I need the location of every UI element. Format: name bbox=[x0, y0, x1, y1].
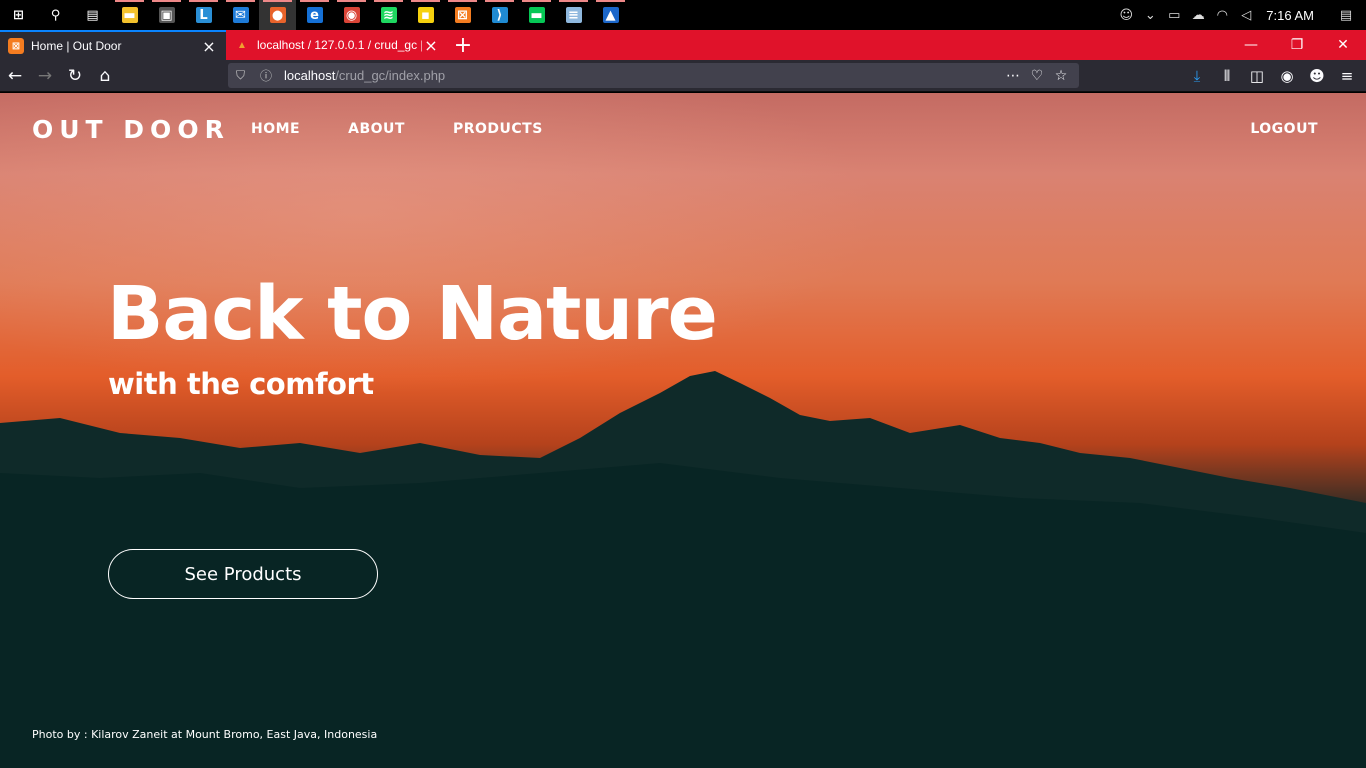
spotify-icon[interactable]: ≋ bbox=[370, 0, 407, 30]
tab-title: localhost / 127.0.0.1 / crud_gc | bbox=[257, 38, 422, 52]
browser-toolbar: ⤓ ⫴ ◫ ◉ ☻ ≡ bbox=[1182, 60, 1362, 92]
xampp-icon[interactable]: ⊠ bbox=[444, 0, 481, 30]
chrome-icon-glyph: ◉ bbox=[343, 7, 360, 23]
menu-item-products[interactable]: PRODUCTS bbox=[453, 121, 543, 137]
url-host: localhost bbox=[284, 68, 336, 83]
notepad-icon-glyph: ≡ bbox=[565, 7, 582, 23]
sticky-notes-icon[interactable]: ▪ bbox=[407, 0, 444, 30]
people-icon[interactable]: ☺ bbox=[1114, 0, 1138, 30]
site-menu: HOME ABOUT PRODUCTS bbox=[251, 121, 591, 137]
taskbar-apps: ⊞ ⚲ ▤ ▬ ▣ L ✉ ● e ◉ ≋ ▪ ⊠ ⟩ ▬ ≡ ▲ bbox=[0, 0, 629, 30]
browser-tab-strip: ⊠ Home | Out Door × ▲ localhost / 127.0.… bbox=[0, 30, 1366, 60]
clock[interactable]: 7:16 AM bbox=[1258, 8, 1326, 23]
line-icon-glyph: ▬ bbox=[528, 7, 545, 23]
firefox-icon-glyph: ● bbox=[269, 7, 286, 23]
task-view-icon-glyph: ▤ bbox=[86, 7, 99, 23]
tab-home-out-door[interactable]: ⊠ Home | Out Door × bbox=[0, 30, 226, 60]
battery-icon[interactable]: ▭ bbox=[1162, 0, 1186, 30]
vscode-icon[interactable]: ⟩ bbox=[481, 0, 518, 30]
store-icon[interactable]: ▣ bbox=[148, 0, 185, 30]
library-icon[interactable]: ⫴ bbox=[1212, 67, 1242, 85]
forward-arrow-icon[interactable]: → bbox=[30, 61, 60, 91]
more-actions-icon[interactable]: ⋯ bbox=[1001, 68, 1025, 84]
mountain-silhouette-image bbox=[0, 371, 1366, 768]
search-icon-glyph: ⚲ bbox=[50, 7, 61, 23]
menu-hamburger-icon[interactable]: ≡ bbox=[1332, 67, 1362, 85]
windows-start-icon-glyph: ⊞ bbox=[13, 7, 24, 23]
search-icon[interactable]: ⚲ bbox=[37, 0, 74, 30]
account-icon[interactable]: ◉ bbox=[1272, 67, 1302, 85]
close-tab-icon[interactable]: × bbox=[200, 37, 218, 56]
close-window-icon[interactable]: ✕ bbox=[1320, 30, 1366, 60]
sticky-notes-icon-glyph: ▪ bbox=[417, 7, 434, 23]
photo-credit: Photo by : Kilarov Zaneit at Mount Bromo… bbox=[32, 728, 378, 741]
action-center-icon[interactable]: ▤ bbox=[1326, 0, 1366, 30]
mail-icon-glyph: ✉ bbox=[232, 7, 249, 23]
line-icon[interactable]: ▬ bbox=[518, 0, 555, 30]
l-app-icon[interactable]: L bbox=[185, 0, 222, 30]
chrome-icon[interactable]: ◉ bbox=[333, 0, 370, 30]
store-icon-glyph: ▣ bbox=[158, 7, 175, 23]
tab-title: Home | Out Door bbox=[31, 39, 122, 53]
firefox-icon[interactable]: ● bbox=[259, 0, 296, 30]
url-bar[interactable]: ⛉ ⓘ localhost/crud_gc/index.php ⋯ ♡ ☆ bbox=[228, 63, 1079, 88]
url-actions: ⋯ ♡ ☆ bbox=[1001, 63, 1073, 88]
hero-subtitle: with the comfort bbox=[108, 367, 374, 401]
edge-icon-glyph: e bbox=[306, 7, 323, 23]
xampp-favicon-icon: ⊠ bbox=[8, 38, 24, 54]
photos-icon-glyph: ▲ bbox=[602, 7, 619, 23]
bookmark-star-icon[interactable]: ☆ bbox=[1049, 68, 1073, 84]
back-arrow-icon[interactable]: ← bbox=[0, 61, 30, 91]
vscode-icon-glyph: ⟩ bbox=[491, 7, 508, 23]
url-path: /crud_gc/index.php bbox=[335, 68, 446, 83]
onedrive-cloud-icon[interactable]: ☁ bbox=[1186, 0, 1210, 30]
spotify-icon-glyph: ≋ bbox=[380, 7, 397, 23]
task-view-icon[interactable]: ▤ bbox=[74, 0, 111, 30]
phpmyadmin-favicon-icon: ▲ bbox=[237, 39, 247, 51]
browser-navbar: ← → ↻ ⌂ ⛉ ⓘ localhost/crud_gc/index.php … bbox=[0, 60, 1366, 92]
file-explorer-icon-glyph: ▬ bbox=[121, 7, 138, 23]
hero-title: Back to Nature bbox=[107, 271, 718, 357]
window-controls: — ❐ ✕ bbox=[1228, 30, 1366, 60]
web-page: OUT DOOR HOME ABOUT PRODUCTS LOGOUT Back… bbox=[0, 93, 1366, 768]
see-products-button[interactable]: See Products bbox=[108, 549, 378, 599]
reload-icon[interactable]: ↻ bbox=[60, 61, 90, 91]
wifi-icon[interactable]: ◠ bbox=[1210, 0, 1234, 30]
extension-icon[interactable]: ☻ bbox=[1302, 67, 1332, 85]
mail-icon[interactable]: ✉ bbox=[222, 0, 259, 30]
file-explorer-icon[interactable]: ▬ bbox=[111, 0, 148, 30]
xampp-icon-glyph: ⊠ bbox=[454, 7, 471, 23]
volume-icon[interactable]: ◁ bbox=[1234, 0, 1258, 30]
download-icon[interactable]: ⤓ bbox=[1182, 67, 1212, 85]
menu-item-about[interactable]: ABOUT bbox=[348, 121, 405, 137]
home-icon[interactable]: ⌂ bbox=[90, 61, 120, 91]
chevron-up-icon[interactable]: ⌄ bbox=[1138, 0, 1162, 30]
l-app-icon-glyph: L bbox=[195, 7, 212, 23]
windows-start-icon[interactable]: ⊞ bbox=[0, 0, 37, 30]
new-tab-button[interactable]: + bbox=[448, 30, 478, 60]
sidebar-icon[interactable]: ◫ bbox=[1242, 67, 1272, 85]
logout-link[interactable]: LOGOUT bbox=[1250, 121, 1318, 137]
site-brand-logo[interactable]: OUT DOOR bbox=[32, 115, 230, 144]
edge-icon[interactable]: e bbox=[296, 0, 333, 30]
minimize-icon[interactable]: — bbox=[1228, 30, 1274, 60]
pocket-icon[interactable]: ♡ bbox=[1025, 68, 1049, 84]
notepad-icon[interactable]: ≡ bbox=[555, 0, 592, 30]
close-tab-icon[interactable]: × bbox=[422, 36, 440, 55]
menu-item-home[interactable]: HOME bbox=[251, 121, 300, 137]
site-info-icon[interactable]: ⓘ bbox=[260, 67, 278, 84]
system-tray: ☺ ⌄ ▭ ☁ ◠ ◁ 7:16 AM ▤ bbox=[1114, 0, 1366, 30]
windows-taskbar: ⊞ ⚲ ▤ ▬ ▣ L ✉ ● e ◉ ≋ ▪ ⊠ ⟩ ▬ ≡ ▲ ☺ ⌄ ▭ ☁ ◠ ◁ 7:16 AM ▤ bbox=[0, 0, 1366, 30]
tracking-shield-icon[interactable]: ⛉ bbox=[236, 68, 254, 83]
photos-icon[interactable]: ▲ bbox=[592, 0, 629, 30]
tab-phpmyadmin[interactable]: ▲ localhost / 127.0.0.1 / crud_gc | × bbox=[226, 30, 448, 60]
restore-icon[interactable]: ❐ bbox=[1274, 30, 1320, 60]
